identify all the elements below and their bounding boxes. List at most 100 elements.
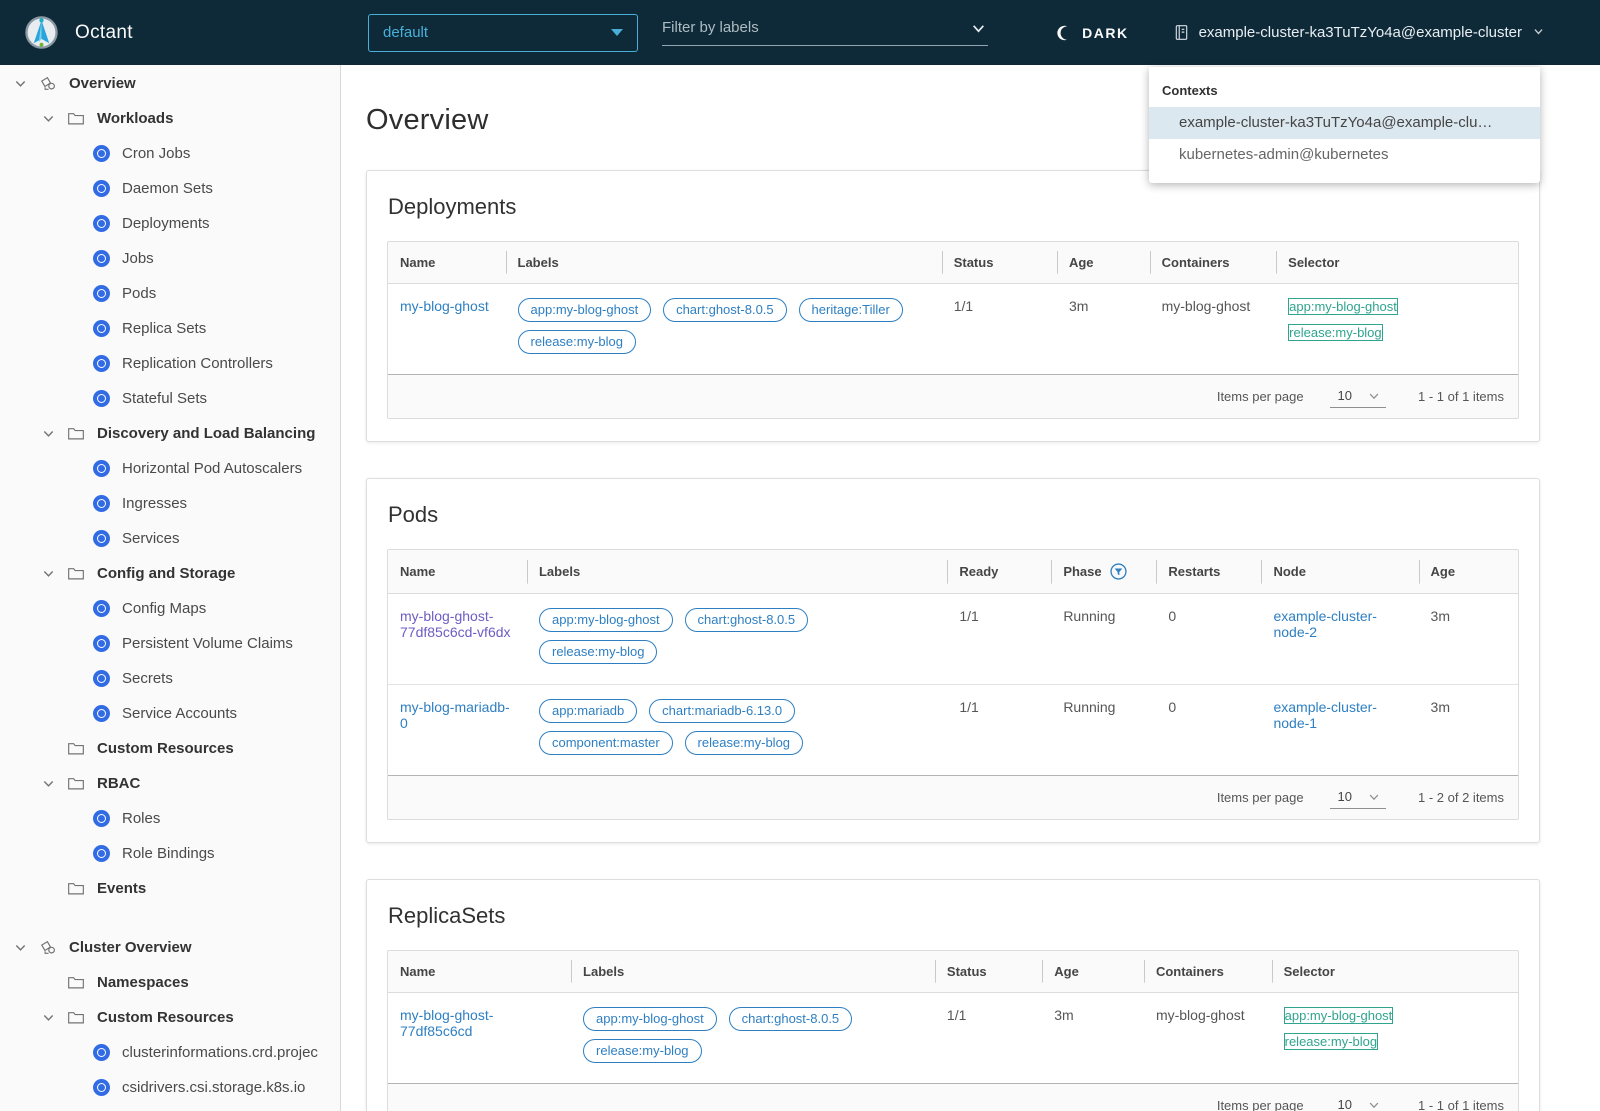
sidebar-item-rbac[interactable]: RBAC xyxy=(0,766,340,801)
sidebar-item-cron-jobs[interactable]: Cron Jobs xyxy=(0,136,340,171)
column-header-ready: Ready xyxy=(947,550,1052,594)
context-selector-button[interactable]: example-cluster-ka3TuTzYo4a@example-clus… xyxy=(1173,24,1544,41)
sidebar-item-workloads[interactable]: Workloads xyxy=(0,101,340,136)
sidebar-item-replica-sets[interactable]: Replica Sets xyxy=(0,311,340,346)
filter-icon[interactable] xyxy=(1110,563,1127,580)
sidebar-item-deployments[interactable]: Deployments xyxy=(0,206,340,241)
column-header-labels: Labels xyxy=(526,550,948,594)
sidebar-item-jobs[interactable]: Jobs xyxy=(0,241,340,276)
replicasets-table: Name Labels Status Age Containers Select… xyxy=(387,950,1519,1111)
deployments-card: Deployments Name Labels Status Age Conta… xyxy=(366,170,1540,442)
sidebar-item-service-accounts[interactable]: Service Accounts xyxy=(0,696,340,731)
label-badge[interactable]: release:my-blog xyxy=(517,330,637,354)
sidebar-item-roles[interactable]: Roles xyxy=(0,801,340,836)
restarts-cell: 0 xyxy=(1168,699,1177,715)
column-header-restarts: Restarts xyxy=(1156,550,1262,594)
age-cell: 3m xyxy=(1068,298,1089,314)
context-menu-item-selected[interactable]: example-cluster-ka3TuTzYo4a@example-clus… xyxy=(1149,107,1540,139)
sidebar-item-role-bindings[interactable]: Role Bindings xyxy=(0,836,340,871)
persistent-volume-claims-icon xyxy=(92,635,110,652)
pod-name-link[interactable]: my-blog-ghost-77df85c6cd-vf6dx xyxy=(400,608,511,640)
chevron-down-icon[interactable] xyxy=(14,941,27,954)
sidebar-item-secrets[interactable]: Secrets xyxy=(0,661,340,696)
sidebar-item-cluster-overview[interactable]: Cluster Overview xyxy=(0,930,340,965)
label-badge[interactable]: release:my-blog xyxy=(538,640,658,664)
sidebar-item-daemon-sets[interactable]: Daemon Sets xyxy=(0,171,340,206)
chevron-down-icon[interactable] xyxy=(971,21,986,41)
sidebar-item-overview[interactable]: Overview xyxy=(0,66,340,101)
octant-logo-icon xyxy=(24,15,59,50)
label-badge[interactable]: heritage:Tiller xyxy=(798,298,903,322)
sidebar-item-clusterinformations[interactable]: clusterinformations.crd.projec xyxy=(0,1035,340,1070)
node-link[interactable]: example-cluster-node-1 xyxy=(1273,699,1376,731)
label-filter-input[interactable] xyxy=(662,19,952,36)
label-badge[interactable]: component:master xyxy=(538,731,673,755)
table-header-row: Name Labels Ready Phase Restarts Node Ag… xyxy=(388,550,1518,594)
replicaset-name-link[interactable]: my-blog-ghost-77df85c6cd xyxy=(400,1007,493,1039)
sidebar-item-stateful-sets[interactable]: Stateful Sets xyxy=(0,381,340,416)
deployments-card-title: Deployments xyxy=(388,194,517,219)
age-cell: 3m xyxy=(1418,593,1518,685)
chevron-down-icon[interactable] xyxy=(42,1011,55,1024)
chevron-down-icon[interactable] xyxy=(42,567,55,580)
sidebar-item-ingresses[interactable]: Ingresses xyxy=(0,486,340,521)
sidebar-item-replication-controllers[interactable]: Replication Controllers xyxy=(0,346,340,381)
chevron-down-icon[interactable] xyxy=(42,112,55,125)
dark-mode-toggle[interactable]: DARK xyxy=(1055,24,1128,42)
selector-badge[interactable]: app:my-blog-ghost xyxy=(1283,1007,1394,1024)
sidebar-item-config-maps[interactable]: Config Maps xyxy=(0,591,340,626)
label-badge[interactable]: app:my-blog-ghost xyxy=(517,298,652,322)
selector-badge[interactable]: release:my-blog xyxy=(1283,1033,1379,1050)
folder-icon xyxy=(67,1010,85,1025)
phase-cell: Running xyxy=(1063,699,1116,715)
label-badge[interactable]: release:my-blog xyxy=(583,1039,702,1063)
label-badge[interactable]: chart:ghost-8.0.5 xyxy=(728,1007,853,1031)
label-badge[interactable]: chart:ghost-8.0.5 xyxy=(684,608,809,632)
items-per-page-select[interactable]: 10 xyxy=(1330,1094,1386,1111)
pagination-footer: Items per page 10 1 - 1 of 1 items xyxy=(388,1083,1518,1111)
chevron-down-icon[interactable] xyxy=(42,427,55,440)
sidebar-item-cluster-custom-resources[interactable]: Custom Resources xyxy=(0,1000,340,1035)
replication-controllers-icon xyxy=(92,355,110,372)
context-menu-item[interactable]: kubernetes-admin@kubernetes xyxy=(1149,139,1540,171)
label-badge[interactable]: release:my-blog xyxy=(684,731,804,755)
items-per-page-select[interactable]: 10 xyxy=(1329,786,1387,809)
sidebar-item-pods[interactable]: Pods xyxy=(0,276,340,311)
sidebar-item-csidrivers[interactable]: csidrivers.csi.storage.k8s.io xyxy=(0,1070,340,1105)
cluster-icon xyxy=(1173,24,1190,41)
jobs-icon xyxy=(92,250,110,267)
selector-badge[interactable]: app:my-blog-ghost xyxy=(1288,298,1398,315)
label-badge[interactable]: chart:mariadb-6.13.0 xyxy=(649,699,796,723)
sidebar-item-namespaces[interactable]: Namespaces xyxy=(0,965,340,1000)
pagination-footer: Items per page 10 1 - 1 of 1 items xyxy=(388,374,1518,418)
chevron-down-icon[interactable] xyxy=(42,777,55,790)
items-per-page-label: Items per page xyxy=(1216,389,1304,404)
namespace-select[interactable]: default xyxy=(368,13,638,52)
cron-jobs-icon xyxy=(92,145,110,162)
items-per-page-select[interactable]: 10 xyxy=(1329,385,1387,408)
age-cell: 3m xyxy=(1054,1007,1074,1023)
chevron-down-icon[interactable] xyxy=(14,77,27,90)
sidebar-item-custom-resources[interactable]: Custom Resources xyxy=(0,731,340,766)
pagination-range: 1 - 1 of 1 items xyxy=(1418,1098,1504,1111)
pod-name-link[interactable]: my-blog-mariadb-0 xyxy=(400,699,510,731)
sidebar-item-services[interactable]: Services xyxy=(0,521,340,556)
sidebar-item-persistent-volume-claims[interactable]: Persistent Volume Claims xyxy=(0,626,340,661)
node-link[interactable]: example-cluster-node-2 xyxy=(1273,608,1376,640)
sidebar-item-config-and-storage[interactable]: Config and Storage xyxy=(0,556,340,591)
label-badge[interactable]: app:my-blog-ghost xyxy=(538,608,673,632)
sidebar-item-events[interactable]: Events xyxy=(0,871,340,906)
label-badge[interactable]: chart:ghost-8.0.5 xyxy=(663,298,787,322)
label-badge[interactable]: app:my-blog-ghost xyxy=(583,1007,717,1031)
caret-down-icon xyxy=(611,29,623,36)
services-icon xyxy=(92,530,110,547)
sidebar-item-discovery-and-load-balancing[interactable]: Discovery and Load Balancing xyxy=(0,416,340,451)
secrets-icon xyxy=(92,670,110,687)
sidebar-item-horizontal-pod-autoscalers[interactable]: Horizontal Pod Autoscalers xyxy=(0,451,340,486)
label-badge[interactable]: app:mariadb xyxy=(538,699,638,723)
containers-cell: my-blog-ghost xyxy=(1155,1007,1245,1023)
selector-badge[interactable]: release:my-blog xyxy=(1288,324,1383,341)
column-header-name: Name xyxy=(388,951,572,993)
folder-icon xyxy=(67,111,85,126)
deployment-name-link[interactable]: my-blog-ghost xyxy=(400,298,489,314)
